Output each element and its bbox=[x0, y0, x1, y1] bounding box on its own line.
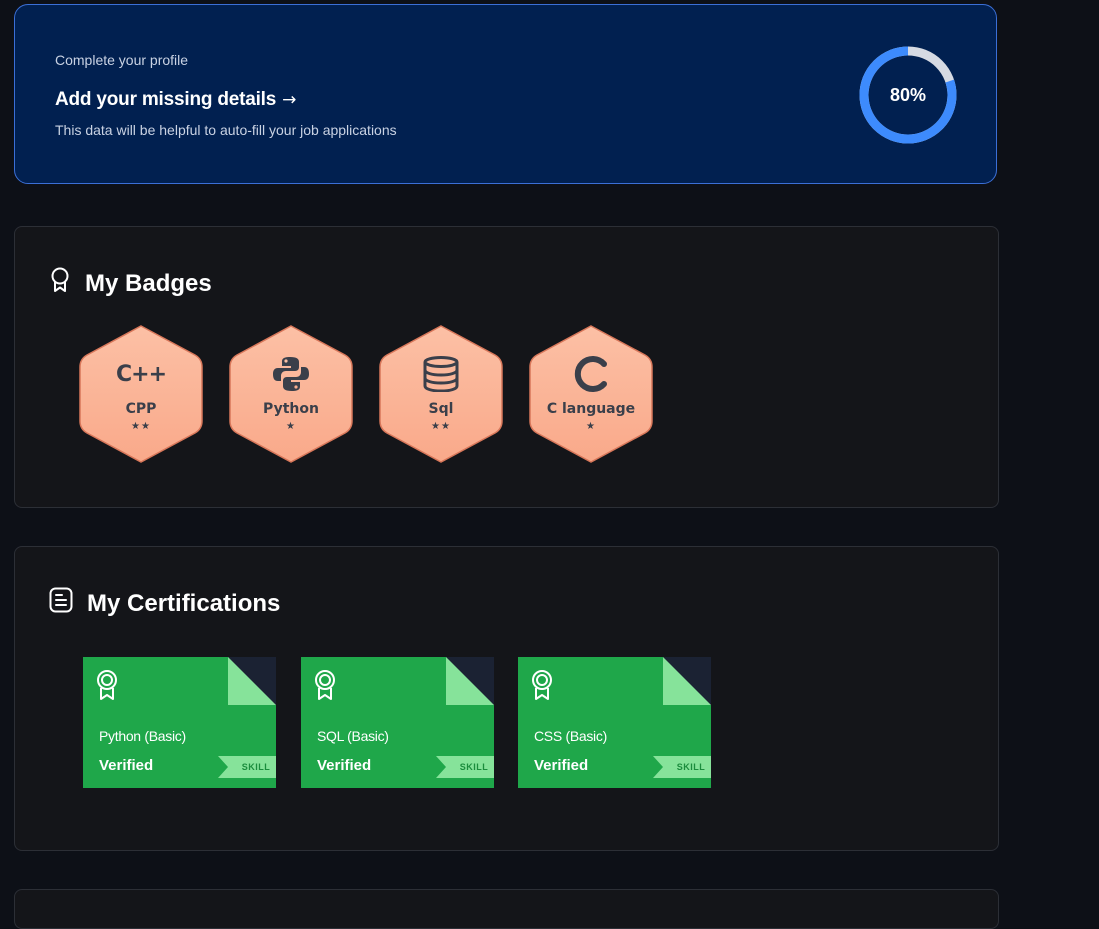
badge-name: CPP bbox=[125, 401, 157, 417]
my-certifications-panel: My Certifications Python (Basic) Verifie… bbox=[14, 546, 999, 851]
badge-stars: ★ bbox=[286, 421, 296, 432]
cert-card-sql[interactable]: SQL (Basic) Verified SKILL bbox=[301, 657, 494, 788]
cert-card-css[interactable]: CSS (Basic) Verified SKILL bbox=[518, 657, 711, 788]
badge-name: C language bbox=[546, 401, 636, 417]
profile-progress-ring: 80% bbox=[857, 44, 959, 146]
certifications-heading-text: My Certifications bbox=[87, 589, 281, 617]
profile-title-text: Add your missing details bbox=[55, 89, 277, 110]
next-section-panel bbox=[14, 889, 999, 929]
certifications-heading: My Certifications bbox=[49, 587, 280, 620]
badge-stars: ★★ bbox=[431, 421, 451, 432]
badges-heading: My Badges bbox=[49, 267, 212, 300]
badge-python[interactable]: Python ★ bbox=[228, 325, 354, 463]
badge-name: Python bbox=[263, 401, 319, 417]
certificate-document-icon bbox=[49, 587, 73, 620]
profile-eyebrow: Complete your profile bbox=[55, 52, 189, 68]
c-language-icon bbox=[528, 355, 654, 393]
badge-c-language[interactable]: C language ★ bbox=[528, 325, 654, 463]
award-ribbon-icon bbox=[315, 670, 335, 700]
page-fold-icon bbox=[446, 657, 494, 705]
badge-stars: ★★ bbox=[131, 421, 151, 432]
badge-ribbon-icon bbox=[49, 267, 71, 300]
python-icon bbox=[228, 355, 354, 393]
page-fold-icon bbox=[663, 657, 711, 705]
cert-card-python[interactable]: Python (Basic) Verified SKILL bbox=[83, 657, 276, 788]
cert-status: Verified bbox=[99, 757, 154, 774]
complete-profile-card[interactable]: Complete your profile Add your missing d… bbox=[14, 4, 997, 184]
award-ribbon-icon bbox=[532, 670, 552, 700]
my-badges-panel: My Badges C++ CPP ★★ Python ★ Sql ★★ C l… bbox=[14, 226, 999, 508]
skill-tag: SKILL bbox=[218, 756, 276, 778]
progress-percent: 80% bbox=[889, 84, 927, 105]
badge-stars: ★ bbox=[586, 421, 596, 432]
page-fold-icon bbox=[228, 657, 276, 705]
cpp-icon: C++ bbox=[115, 361, 167, 387]
add-missing-details-link[interactable]: Add your missing details → bbox=[55, 89, 296, 111]
profile-subtitle: This data will be helpful to auto-fill y… bbox=[55, 122, 397, 138]
cert-name: CSS (Basic) bbox=[534, 728, 607, 744]
database-icon bbox=[378, 355, 504, 393]
arrow-right-icon: → bbox=[282, 90, 297, 110]
skill-tag: SKILL bbox=[436, 756, 494, 778]
cert-name: SQL (Basic) bbox=[317, 728, 389, 744]
cert-status: Verified bbox=[534, 757, 589, 774]
skill-tag: SKILL bbox=[653, 756, 711, 778]
cert-name: Python (Basic) bbox=[99, 728, 186, 744]
badge-name: Sql bbox=[428, 401, 454, 417]
badge-sql[interactable]: Sql ★★ bbox=[378, 325, 504, 463]
award-ribbon-icon bbox=[97, 670, 117, 700]
cert-status: Verified bbox=[317, 757, 372, 774]
badge-cpp[interactable]: C++ CPP ★★ bbox=[78, 325, 204, 463]
badges-heading-text: My Badges bbox=[85, 269, 212, 297]
